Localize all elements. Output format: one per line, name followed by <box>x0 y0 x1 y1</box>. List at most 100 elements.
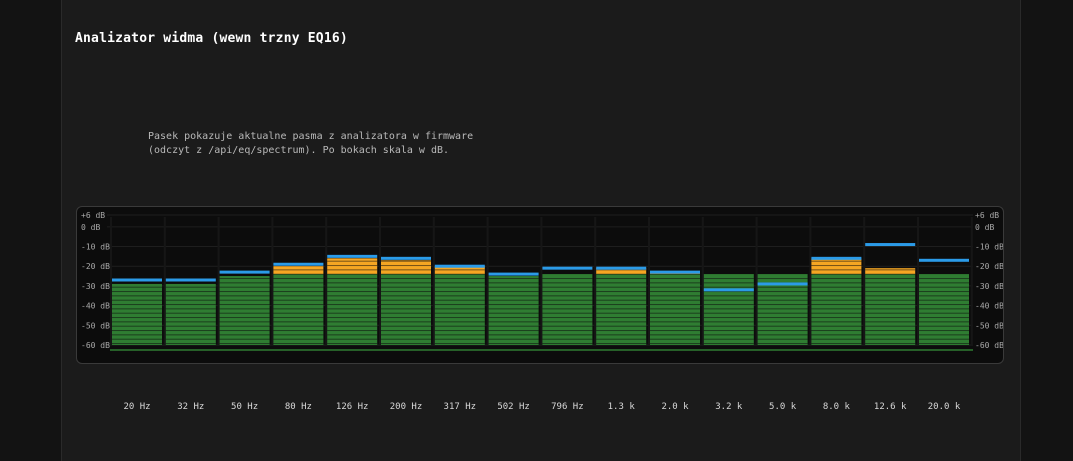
bar-segment-gap <box>542 334 593 336</box>
slot-separator <box>809 217 812 345</box>
description-line-1: Pasek pokazuje aktualne pasma z analizat… <box>148 131 474 142</box>
bar-segment-gap <box>542 282 593 284</box>
frequency-label: 20.0 k <box>927 402 961 412</box>
bar-segment-gap <box>327 321 378 323</box>
bar-segment-gap <box>327 286 378 288</box>
frequency-label: 1.3 k <box>607 402 635 412</box>
bar-segment-gap <box>596 278 647 280</box>
bar-segment-gap <box>542 308 593 310</box>
bar-segment-gap <box>488 286 539 288</box>
bar-segment-gap <box>757 325 808 327</box>
bar-segment-gap <box>596 312 647 314</box>
bar-segment-gap <box>542 312 593 314</box>
frequency-label: 80 Hz <box>284 402 312 412</box>
frequency-label: 502 Hz <box>497 402 530 412</box>
bar-segment-gap <box>488 295 539 297</box>
bar-segment-gap <box>381 325 431 327</box>
bar-segment-gap <box>219 299 270 301</box>
bar-segment-gap <box>811 278 862 280</box>
bar-segment-gap <box>596 343 647 345</box>
bar-segment-gap <box>596 317 647 319</box>
bar-segment-gap <box>650 299 700 301</box>
description-line-2: (odczyt z /api/eq/spectrum). Po bokach s… <box>148 145 450 156</box>
bar-segment-gap <box>596 291 647 293</box>
bar-segment-gap <box>381 308 431 310</box>
bar-segment-gap <box>811 317 862 319</box>
bar-segment-gap <box>219 295 270 297</box>
bar-segment-gap <box>112 295 162 297</box>
bar-segment-gap <box>650 334 700 336</box>
bar-segment-gap <box>811 286 862 288</box>
bar-segment-gap <box>434 308 485 310</box>
bar-segment-gap <box>757 330 808 332</box>
bar-segment-gap <box>919 295 969 297</box>
bar-segment-gap <box>919 317 969 319</box>
bar-segment-gap <box>865 278 916 280</box>
bar-segment-gap <box>327 343 378 345</box>
bar-segment-gap <box>434 304 485 306</box>
bar-segment-gap <box>757 286 808 288</box>
slot-separator <box>432 217 435 345</box>
bar-segment-gap <box>865 312 916 314</box>
bar-segment-gap <box>703 282 754 284</box>
scale-label-left: +6 dB <box>81 211 105 220</box>
bar-segment-gap <box>327 334 378 336</box>
bar-segment-gap <box>112 317 162 319</box>
bar-segment-gap <box>165 295 216 297</box>
bar-segment-gap <box>919 304 969 306</box>
bar-segment-gap <box>919 321 969 323</box>
bar-segment-gap <box>488 338 539 340</box>
bar-segment-gap <box>488 317 539 319</box>
bar-segment-gap <box>865 308 916 310</box>
bar-segment-gap <box>381 260 431 262</box>
bar-segment-gap <box>112 286 162 288</box>
bar-segment-gap <box>273 286 324 288</box>
frequency-label: 12.6 k <box>873 402 907 412</box>
bar-segment-gap <box>865 343 916 345</box>
bar-segment-gap <box>811 308 862 310</box>
frequency-label: 50 Hz <box>231 402 259 412</box>
bar-segment-gap <box>596 308 647 310</box>
bar-segment-gap <box>488 325 539 327</box>
bar-segment-gap <box>273 343 324 345</box>
bar-segment-gap <box>757 343 808 345</box>
bar-segment-gap <box>434 295 485 297</box>
band-peak-marker <box>757 282 808 286</box>
bar-segment-gap <box>434 269 485 271</box>
bar-segment-gap <box>327 282 378 284</box>
bar-segment-gap <box>542 317 593 319</box>
bar-segment-gap <box>703 330 754 332</box>
bar-segment-gap <box>381 338 431 340</box>
bar-segment-gap <box>650 343 700 345</box>
bar-segment-gap <box>703 334 754 336</box>
bar-segment-gap <box>434 286 485 288</box>
bar-segment-gap <box>650 282 700 284</box>
bar-segment-gap <box>273 321 324 323</box>
bar-segment-gap <box>381 299 431 301</box>
bar-segment-gap <box>381 286 431 288</box>
bar-segment-gap <box>919 308 969 310</box>
bar-segment-gap <box>488 278 539 280</box>
bar-segment-gap <box>757 299 808 301</box>
bar-segment-gap <box>381 334 431 336</box>
bar-segment-gap <box>434 334 485 336</box>
bar-segment-gap <box>757 321 808 323</box>
slot-separator <box>755 217 758 345</box>
bar-segment-gap <box>757 338 808 340</box>
bar-segment-gap <box>542 330 593 332</box>
bar-segment-gap <box>219 334 270 336</box>
bar-segment-gap <box>596 286 647 288</box>
bar-segment-gap <box>434 321 485 323</box>
bar-segment-gap <box>703 338 754 340</box>
bar-segment-gap <box>703 325 754 327</box>
bar-segment-gap <box>865 321 916 323</box>
bar-segment-gap <box>919 312 969 314</box>
bar-segment-gap <box>865 291 916 293</box>
bar-segment-gap <box>165 286 216 288</box>
bar-segment-gap <box>811 273 862 275</box>
bar-segment-gap <box>703 308 754 310</box>
band-peak-marker <box>434 264 485 268</box>
band-peak-marker <box>327 254 378 258</box>
bar-segment-gap <box>811 269 862 271</box>
bar-segment-gap <box>488 343 539 345</box>
